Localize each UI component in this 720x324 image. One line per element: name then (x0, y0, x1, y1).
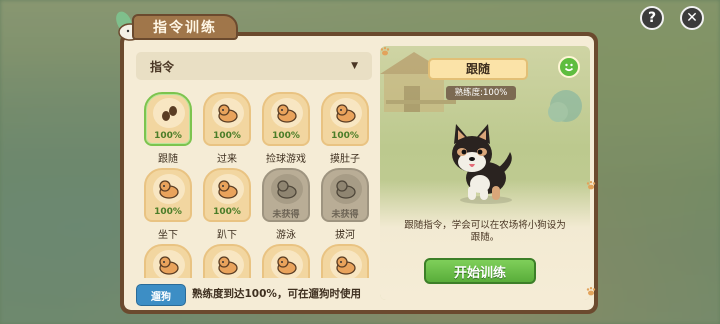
puppy-illustration (452, 124, 512, 204)
command-item[interactable] (142, 244, 198, 278)
command-item[interactable]: 100% 坐下 (142, 168, 198, 242)
dog-icon (212, 250, 244, 278)
help-button[interactable]: ? (640, 6, 664, 30)
command-description: 跟随指令，学会可以在农场将小狗设为跟随。 (404, 220, 566, 243)
paw-print-decoration-icon (586, 181, 596, 190)
close-icon: ✕ (686, 10, 698, 26)
command-icon-box (262, 244, 310, 278)
dog-sit-icon (153, 174, 185, 204)
command-progress: 未获得 (272, 210, 300, 220)
command-progress: 100% (154, 131, 182, 141)
paw-print-decoration-icon (380, 47, 390, 56)
command-item[interactable]: 100% 趴下 (201, 168, 257, 242)
command-icon-box: 100% (203, 168, 251, 222)
proficiency-hint: 熟练度到达100%，可在遛狗时使用 (192, 288, 361, 300)
command-progress: 100% (213, 207, 241, 217)
start-training-button[interactable]: 开始训练 (424, 258, 536, 284)
command-progress: 100% (331, 131, 359, 141)
command-item[interactable] (319, 244, 374, 278)
dog-belly-icon (330, 98, 362, 128)
command-name: 拔河 (335, 230, 355, 241)
dog-icon (271, 250, 303, 278)
command-name: 过来 (217, 154, 237, 165)
chevron-down-icon: ▼ (351, 61, 358, 71)
command-name: 坐下 (158, 230, 178, 241)
command-icon-box: 未获得 (262, 168, 310, 222)
command-item[interactable]: 100% 捡球游戏 (260, 92, 316, 166)
command-progress: 未获得 (331, 210, 359, 220)
dog-swim-icon (271, 174, 303, 204)
command-icon-box (203, 244, 251, 278)
dog-lie-icon (212, 174, 244, 204)
command-name: 跟随 (158, 154, 178, 165)
command-item[interactable]: 100% 摸肚子 (319, 92, 374, 166)
command-progress: 100% (154, 207, 182, 217)
dog-ball-icon (271, 98, 303, 128)
command-progress: 100% (213, 131, 241, 141)
command-icon-box: 100% (203, 92, 251, 146)
command-item[interactable]: 100% 跟随 (142, 92, 198, 166)
footer-hint-bar: 遛狗 熟练度到达100%，可在遛狗时使用 (136, 282, 376, 306)
command-name: 趴下 (217, 230, 237, 241)
command-filter-dropdown[interactable]: 指令 ▼ (136, 52, 372, 80)
command-name: 游泳 (276, 230, 296, 241)
help-icon: ? (647, 10, 657, 26)
paw-print-icon (153, 98, 185, 128)
proficiency-badge: 熟练度:100% (446, 86, 516, 100)
command-name: 捡球游戏 (266, 154, 306, 165)
paw-print-decoration-icon (586, 287, 596, 296)
smiley-face-icon[interactable] (558, 56, 580, 78)
command-icon-box: 100% (144, 168, 192, 222)
command-icon-box (321, 244, 369, 278)
dog-icon (153, 250, 185, 278)
command-icon-box: 未获得 (321, 168, 369, 222)
window-title: 指令训练 (132, 14, 238, 40)
command-detail-section: 跟随 熟练度:100% 跟随指令，学会可以在农场将小狗设为跟随。 开始训练 (380, 46, 590, 300)
dog-tug-icon (330, 174, 362, 204)
command-item[interactable]: 100% 过来 (201, 92, 257, 166)
walk-dog-button[interactable]: 遛狗 (136, 284, 186, 306)
command-progress: 100% (272, 131, 300, 141)
training-panel: 指令 ▼ 100% 跟随 100% 过来 100% 捡球游戏 100% 摸肚子 100% 坐下 10… (120, 32, 598, 314)
command-name: 摸肚子 (330, 154, 360, 165)
command-icon-box: 100% (262, 92, 310, 146)
dog-running-icon (212, 98, 244, 128)
bush-illustration (548, 90, 582, 122)
command-icon-box (144, 244, 192, 278)
selected-command-name: 跟随 (428, 58, 528, 80)
command-list-section: 指令 ▼ 100% 跟随 100% 过来 100% 捡球游戏 100% 摸肚子 100% 坐下 10… (124, 36, 378, 310)
command-icon-box: 100% (321, 92, 369, 146)
command-item[interactable] (201, 244, 257, 278)
panel-inner: 指令 ▼ 100% 跟随 100% 过来 100% 捡球游戏 100% 摸肚子 100% 坐下 10… (124, 36, 594, 310)
dog-icon (330, 250, 362, 278)
close-button[interactable]: ✕ (680, 6, 704, 30)
command-item[interactable]: 未获得 拔河 (319, 168, 374, 242)
dropdown-label: 指令 (150, 59, 175, 74)
command-icon-box: 100% (144, 92, 192, 146)
command-item[interactable]: 未获得 游泳 (260, 168, 316, 242)
command-item[interactable] (260, 244, 316, 278)
command-grid: 100% 跟随 100% 过来 100% 捡球游戏 100% 摸肚子 100% 坐下 100% 趴下 未… (142, 92, 374, 278)
